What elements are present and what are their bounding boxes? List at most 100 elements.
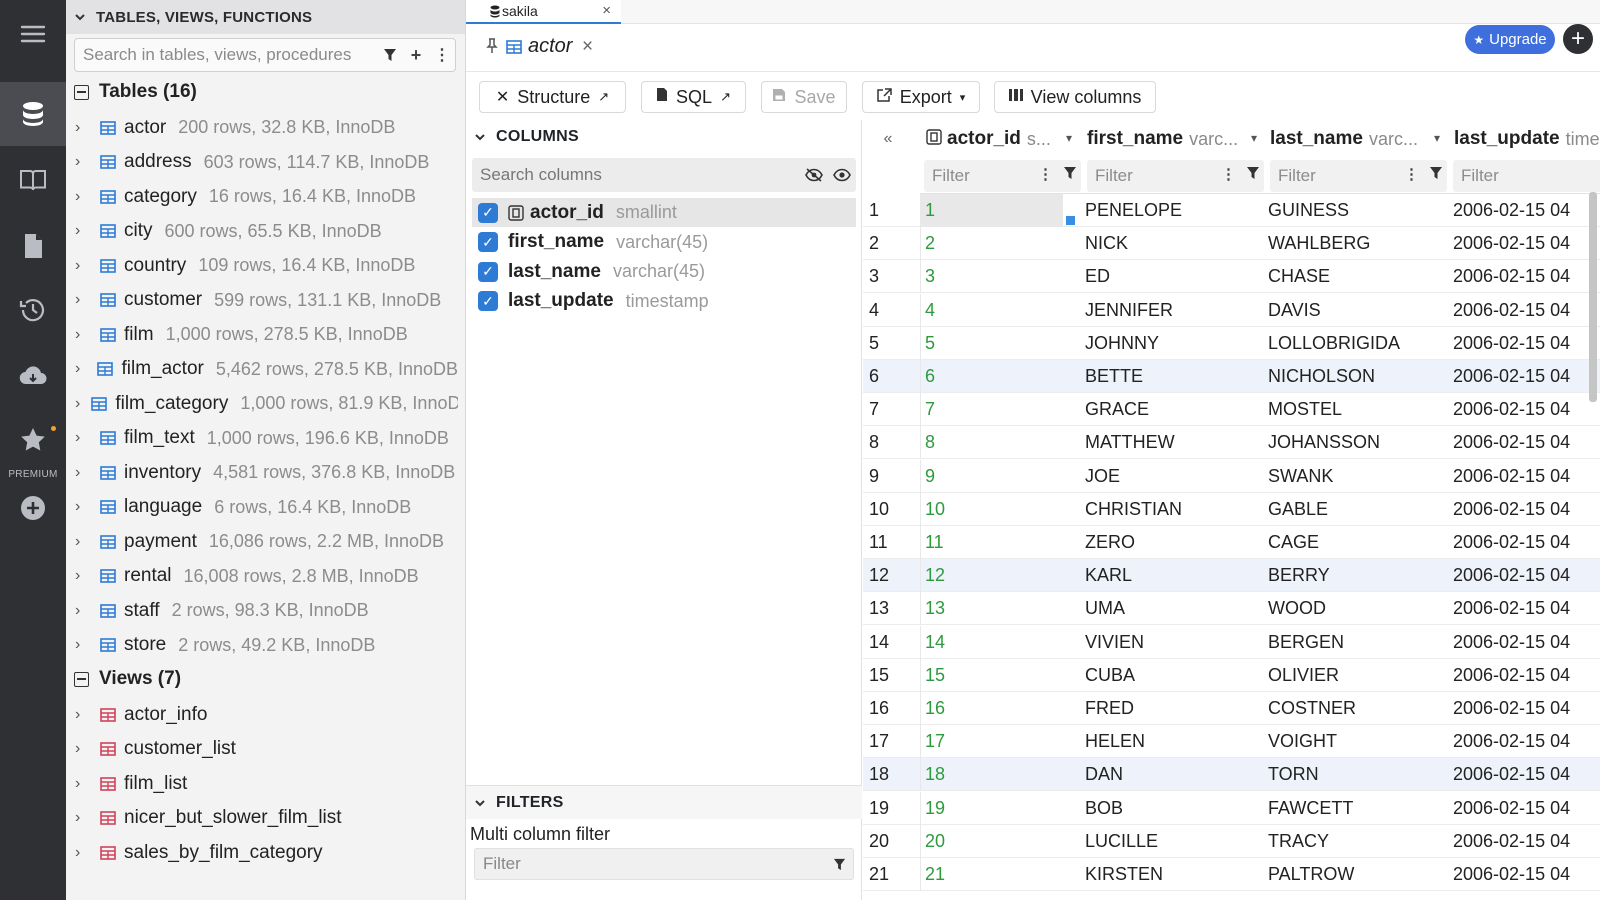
- checkbox[interactable]: ✓: [478, 232, 498, 252]
- cell-last-name[interactable]: COSTNER: [1268, 692, 1446, 725]
- cell-last-name[interactable]: MOSTEL: [1268, 393, 1446, 426]
- filter-icon[interactable]: [1063, 166, 1077, 180]
- cell-first-name[interactable]: UMA: [1085, 592, 1263, 625]
- cell-last-name[interactable]: WAHLBERG: [1268, 227, 1446, 260]
- cell-actor-id[interactable]: 21: [920, 858, 1075, 891]
- menu-icon[interactable]: [0, 14, 66, 54]
- sidebar-item-staff[interactable]: › staff 2 rows, 98.3 KB, InnoDB: [66, 593, 458, 628]
- cell-actor-id[interactable]: 10: [920, 492, 1075, 526]
- chevron-right-icon[interactable]: ›: [75, 360, 86, 378]
- sidebar-item-film-text[interactable]: › film_text 1,000 rows, 196.6 KB, InnoDB: [66, 421, 458, 456]
- cell-last-update[interactable]: 2006-02-15 04: [1453, 825, 1600, 858]
- cell-last-name[interactable]: DAVIS: [1268, 294, 1446, 327]
- table-row[interactable]: 1 1 PENELOPE GUINESS 2006-02-15 04: [863, 194, 1600, 227]
- add-icon[interactable]: +: [403, 45, 429, 66]
- sidebar-item-actor-info[interactable]: › actor_info: [66, 697, 458, 732]
- sidebar-item-sales-by-film-category[interactable]: › sales_by_film_category: [66, 835, 458, 870]
- cell-first-name[interactable]: LUCILLE: [1085, 825, 1263, 858]
- table-row[interactable]: 17 17 HELEN VOIGHT 2006-02-15 04: [863, 725, 1600, 759]
- more-vertical-icon[interactable]: ⋮: [1221, 165, 1236, 183]
- cell-last-name[interactable]: OLIVIER: [1268, 659, 1446, 692]
- cell-actor-id[interactable]: 20: [920, 824, 1075, 858]
- view-columns-button[interactable]: View columns: [994, 81, 1156, 113]
- sidebar-item-nicer-but-slower-film-list[interactable]: › nicer_but_slower_film_list: [66, 801, 458, 836]
- more-vertical-icon[interactable]: ⋮: [429, 45, 455, 65]
- cell-last-update[interactable]: 2006-02-15 04: [1453, 559, 1600, 592]
- cell-last-update[interactable]: 2006-02-15 04: [1453, 393, 1600, 426]
- sidebar-item-language[interactable]: › language 6 rows, 16.4 KB, InnoDB: [66, 490, 458, 525]
- chevron-down-icon[interactable]: ▾: [1066, 131, 1072, 145]
- filter-input[interactable]: Filter: [1087, 160, 1264, 192]
- cell-last-update[interactable]: 2006-02-15 04: [1453, 659, 1600, 692]
- table-row[interactable]: 18 18 DAN TORN 2006-02-15 04: [863, 758, 1600, 792]
- column-header-last-name[interactable]: last_name varc... ▾: [1266, 120, 1446, 158]
- eye-icon[interactable]: [828, 168, 856, 182]
- new-tab-button[interactable]: +: [1563, 24, 1593, 54]
- sidebar-item-actor[interactable]: › actor 200 rows, 32.8 KB, InnoDB: [66, 110, 458, 145]
- cell-first-name[interactable]: KARL: [1085, 559, 1263, 592]
- table-row[interactable]: 11 11 ZERO CAGE 2006-02-15 04: [863, 526, 1600, 559]
- chevron-right-icon[interactable]: ›: [75, 636, 89, 654]
- close-icon[interactable]: ×: [582, 36, 593, 58]
- table-row[interactable]: 3 3 ED CHASE 2006-02-15 04: [863, 260, 1600, 294]
- cell-first-name[interactable]: CUBA: [1085, 659, 1263, 692]
- column-header-first-name[interactable]: first_name varc... ▾: [1083, 120, 1263, 158]
- export-button[interactable]: Export ▾: [862, 81, 980, 113]
- tables-group[interactable]: Tables (16): [74, 75, 197, 109]
- cell-last-update[interactable]: 2006-02-15 04: [1453, 360, 1600, 393]
- filter-icon[interactable]: [1429, 166, 1443, 180]
- chevron-right-icon[interactable]: ›: [75, 257, 89, 275]
- cell-first-name[interactable]: CHRISTIAN: [1085, 493, 1263, 526]
- filter-icon[interactable]: [1246, 166, 1260, 180]
- cell-actor-id[interactable]: 5: [920, 326, 1075, 360]
- cell-first-name[interactable]: MATTHEW: [1085, 426, 1263, 459]
- cell-first-name[interactable]: BOB: [1085, 792, 1263, 825]
- cell-first-name[interactable]: ED: [1085, 260, 1263, 293]
- cell-last-name[interactable]: CAGE: [1268, 526, 1446, 559]
- sidebar-item-category[interactable]: › category 16 rows, 16.4 KB, InnoDB: [66, 179, 458, 214]
- column-header-actor-id[interactable]: actor_id s... ▾: [920, 120, 1078, 158]
- cell-last-update[interactable]: 2006-02-15 04: [1453, 592, 1600, 625]
- cell-actor-id[interactable]: 3: [920, 260, 1075, 294]
- sidebar-item-country[interactable]: › country 109 rows, 16.4 KB, InnoDB: [66, 248, 458, 283]
- chevron-right-icon[interactable]: ›: [75, 809, 89, 827]
- structure-button[interactable]: ✕ Structure ↗: [479, 81, 626, 113]
- sidebar-item-film[interactable]: › film 1,000 rows, 278.5 KB, InnoDB: [66, 317, 458, 352]
- column-item-first-name[interactable]: ✓ first_name varchar(45): [472, 228, 856, 257]
- chevron-right-icon[interactable]: ›: [75, 533, 89, 551]
- cell-last-name[interactable]: WOOD: [1268, 592, 1446, 625]
- cell-actor-id[interactable]: 19: [920, 791, 1075, 825]
- cell-actor-id[interactable]: 16: [920, 692, 1075, 725]
- sql-button[interactable]: SQL ↗: [641, 81, 746, 113]
- sidebar-item-customer-list[interactable]: › customer_list: [66, 732, 458, 767]
- table-row[interactable]: 4 4 JENNIFER DAVIS 2006-02-15 04: [863, 293, 1600, 327]
- more-vertical-icon[interactable]: ⋮: [1038, 165, 1053, 183]
- save-button[interactable]: Save: [761, 81, 847, 113]
- collapse-panel-icon[interactable]: «: [863, 120, 913, 158]
- filter-last-name[interactable]: Filter ⋮: [1266, 158, 1449, 194]
- table-row[interactable]: 7 7 GRACE MOSTEL 2006-02-15 04: [863, 393, 1600, 427]
- plus-circle-icon[interactable]: [0, 488, 66, 528]
- cell-last-update[interactable]: 2006-02-15 04: [1453, 227, 1600, 260]
- multi-column-filter-input[interactable]: Filter: [474, 848, 854, 880]
- cell-last-name[interactable]: VOIGHT: [1268, 725, 1446, 758]
- filter-input[interactable]: Filter: [924, 160, 1081, 192]
- chevron-right-icon[interactable]: ›: [75, 291, 89, 309]
- column-header-last-update[interactable]: last_update time: [1450, 120, 1600, 158]
- eye-off-icon[interactable]: [800, 168, 828, 182]
- table-row[interactable]: 8 8 MATTHEW JOHANSSON 2006-02-15 04: [863, 426, 1600, 460]
- cell-last-name[interactable]: BERGEN: [1268, 626, 1446, 659]
- sidebar-search-input[interactable]: Search in tables, views, procedures + ⋮: [74, 38, 456, 72]
- cell-last-name[interactable]: GUINESS: [1268, 194, 1446, 227]
- checkbox[interactable]: ✓: [478, 291, 498, 311]
- sidebar-item-customer[interactable]: › customer 599 rows, 131.1 KB, InnoDB: [66, 283, 458, 318]
- cell-actor-id[interactable]: 2: [920, 227, 1075, 261]
- table-row[interactable]: 6 6 BETTE NICHOLSON 2006-02-15 04: [863, 360, 1600, 393]
- chevron-right-icon[interactable]: ›: [75, 844, 89, 862]
- filter-actor-id[interactable]: Filter ⋮: [920, 158, 1083, 194]
- cell-last-update[interactable]: 2006-02-15 04: [1453, 692, 1600, 725]
- chevron-right-icon[interactable]: ›: [75, 602, 89, 620]
- table-row[interactable]: 13 13 UMA WOOD 2006-02-15 04: [863, 592, 1600, 626]
- cell-last-update[interactable]: 2006-02-15 04: [1453, 526, 1600, 559]
- columns-section-header[interactable]: COLUMNS: [474, 128, 579, 146]
